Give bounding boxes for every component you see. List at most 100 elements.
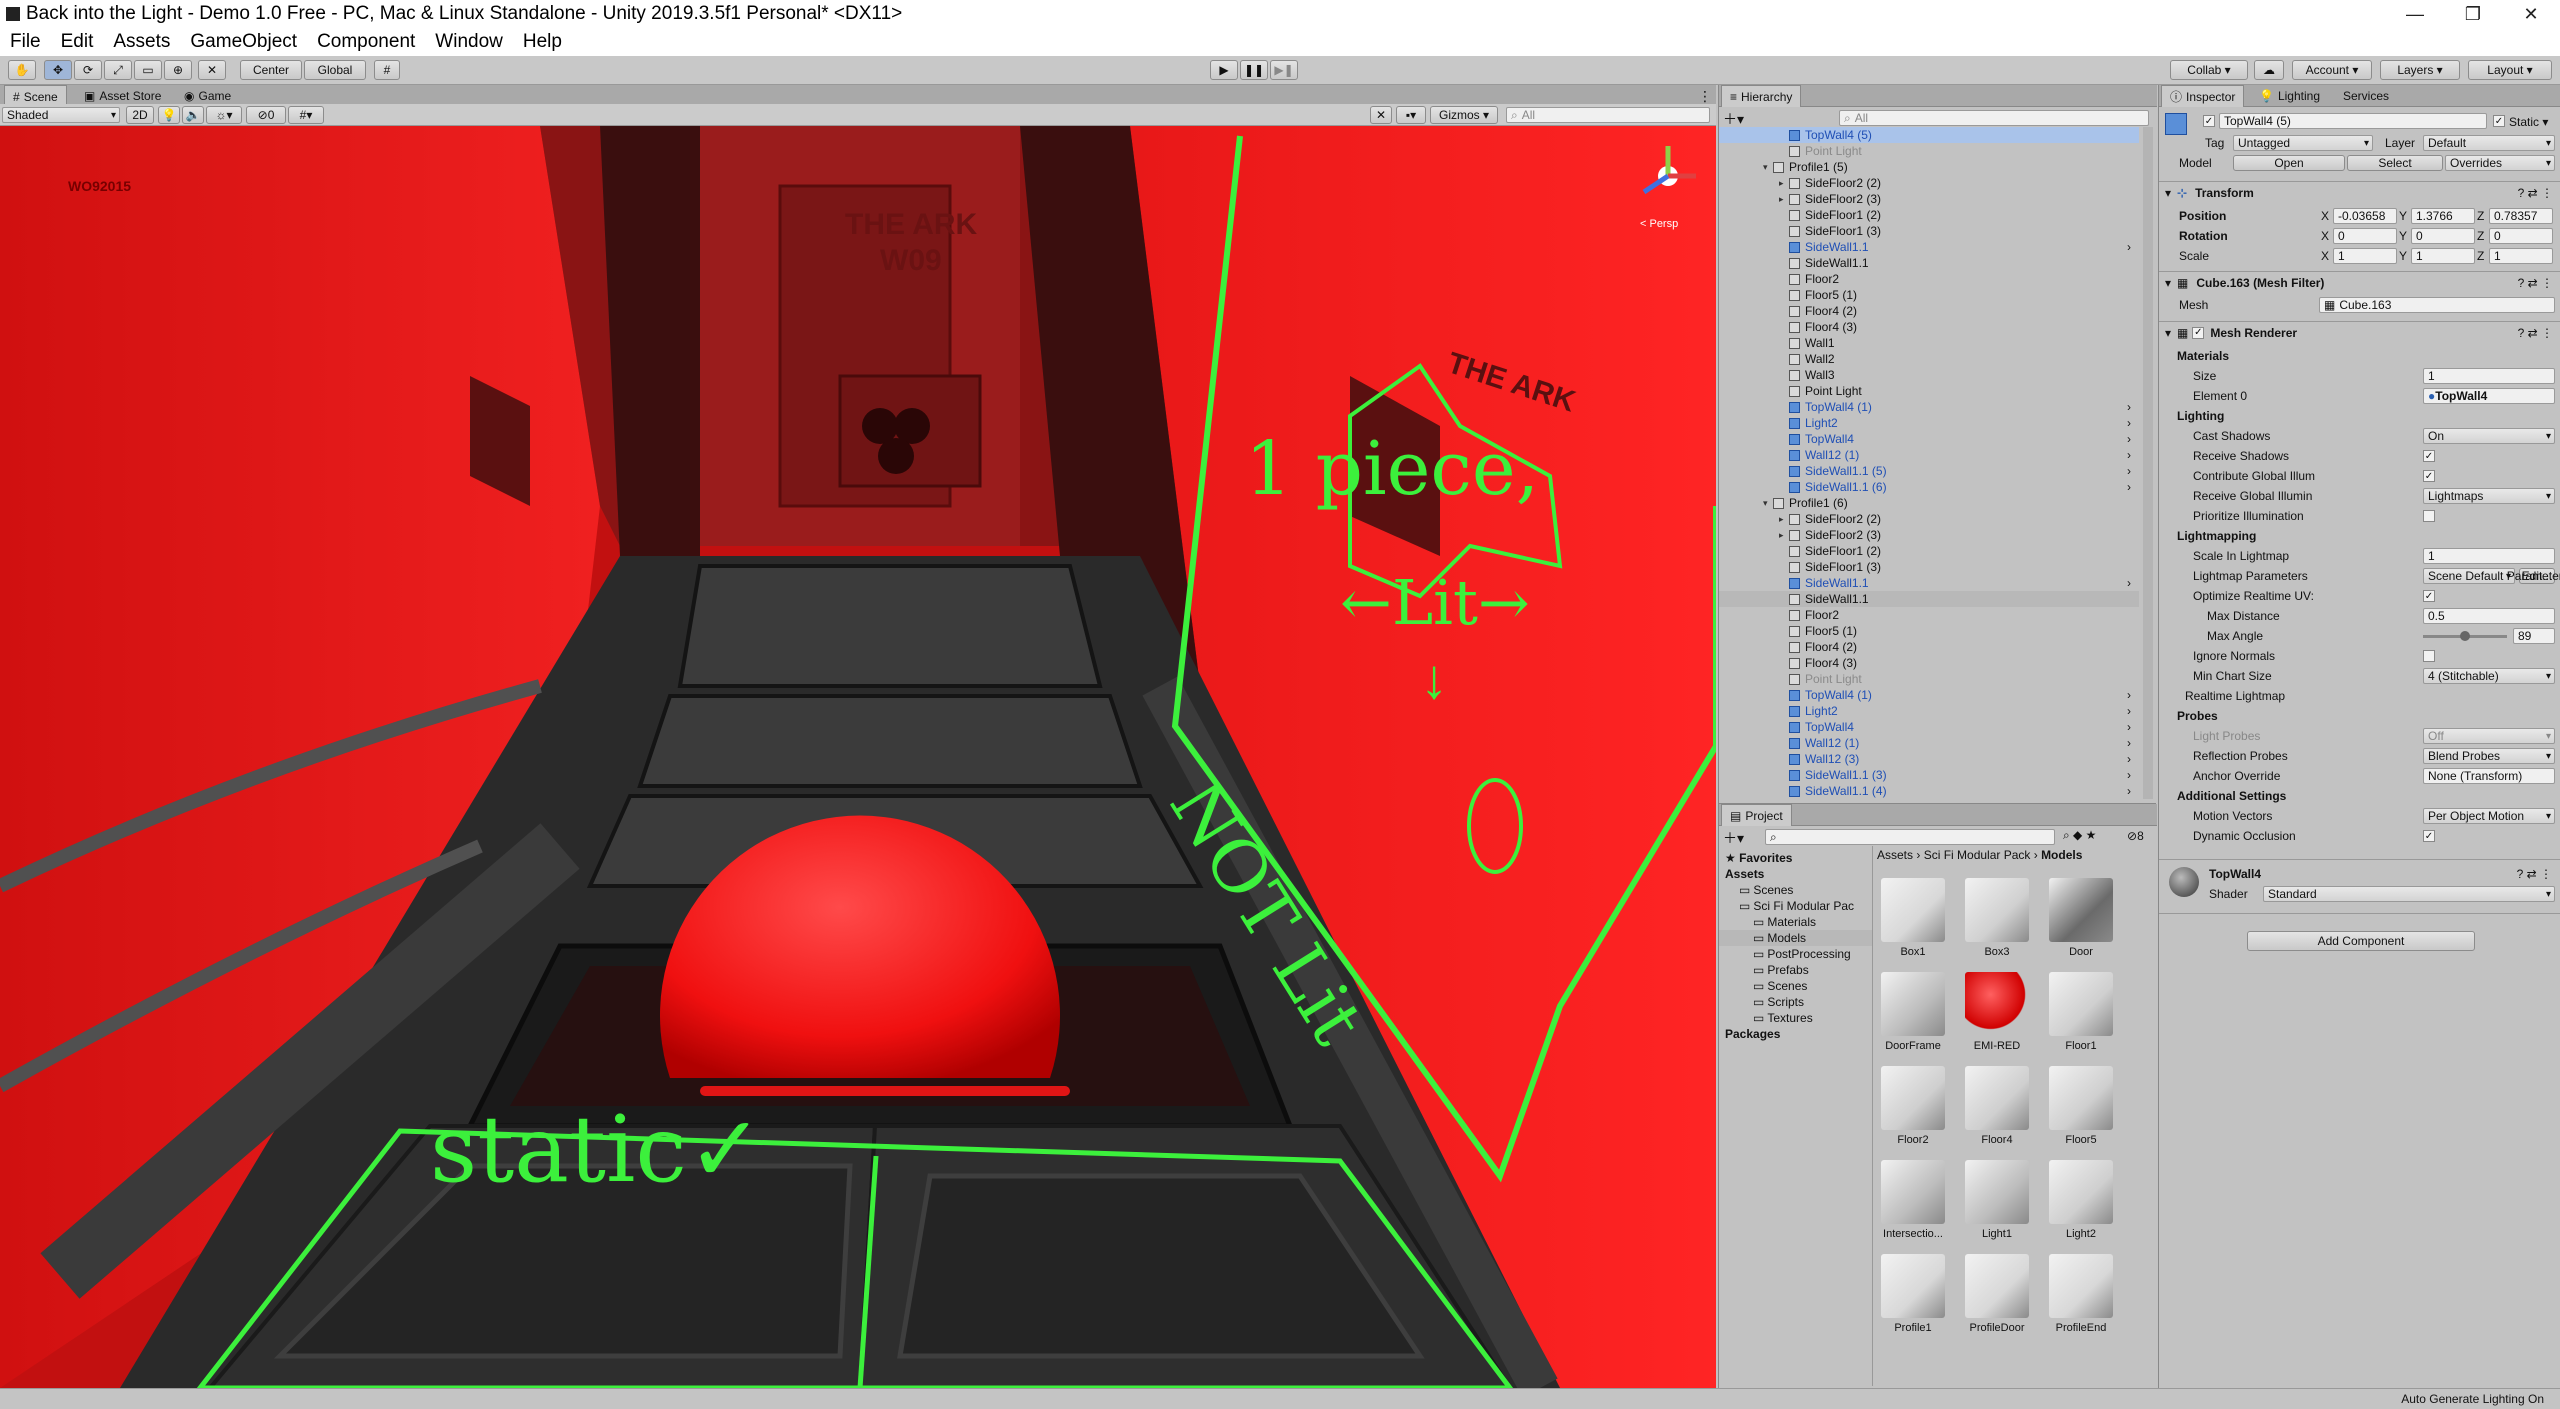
snap-icon[interactable]: # [374, 60, 400, 80]
prioritize-illumination-checkbox[interactable] [2423, 510, 2435, 522]
project-create-icon[interactable]: ＋▾ [1723, 828, 1744, 848]
rotate-tool-icon[interactable]: ⟳ [74, 60, 102, 80]
mode-2d-button[interactable]: 2D [126, 106, 154, 124]
menu-component[interactable]: Component [317, 31, 415, 53]
ignore-normals-checkbox[interactable] [2423, 650, 2435, 662]
asset-item[interactable]: Intersectio... [1877, 1160, 1949, 1240]
project-folder[interactable]: Packages [1719, 1026, 1872, 1042]
asset-item[interactable]: Floor5 [2045, 1066, 2117, 1146]
asset-item[interactable]: ProfileEnd [2045, 1254, 2117, 1334]
tab-inspector[interactable]: ⓘ Inspector [2161, 85, 2245, 107]
hidden-objects-counter[interactable]: ⊘ 0 [246, 106, 286, 124]
position-x-input[interactable]: -0.03658 [2333, 208, 2397, 224]
filter-icons[interactable]: ⌕ ◆ ★ [2063, 828, 2096, 843]
chevron-right-icon[interactable]: › [2127, 576, 2131, 590]
hierarchy-item[interactable]: SideWall1.1 (3) › [1719, 767, 2139, 783]
chevron-right-icon[interactable]: › [2127, 464, 2131, 478]
hierarchy-item[interactable]: Point Light [1719, 383, 2139, 399]
project-folder[interactable]: ▭ Sci Fi Modular Pac [1719, 898, 1872, 914]
asset-item[interactable]: Floor1 [2045, 972, 2117, 1052]
slider-thumb[interactable] [2459, 631, 2470, 641]
asset-item[interactable]: Floor2 [1877, 1066, 1949, 1146]
play-icon[interactable]: ▶ [1210, 60, 1238, 80]
receive-gi-dropdown[interactable]: Lightmaps [2423, 488, 2555, 504]
hierarchy-item[interactable]: SideWall1.1 (6) › [1719, 479, 2139, 495]
chevron-right-icon[interactable]: › [2127, 688, 2131, 702]
asset-item[interactable]: ProfileDoor [1961, 1254, 2033, 1334]
menu-help[interactable]: Help [523, 31, 562, 53]
optimize-uv-checkbox[interactable]: ✓ [2423, 590, 2435, 602]
object-name-input[interactable]: TopWall4 (5) [2219, 113, 2487, 129]
hierarchy-item[interactable]: Floor5 (1) [1719, 287, 2139, 303]
element0-field[interactable]: ● TopWall4 [2423, 388, 2555, 404]
hierarchy-search-input[interactable]: ⌕ All [1839, 110, 2149, 126]
hierarchy-item[interactable]: TopWall4 › [1719, 719, 2139, 735]
project-folder[interactable]: Assets [1719, 866, 1872, 882]
hierarchy-item[interactable]: Light2 › [1719, 415, 2139, 431]
chevron-right-icon[interactable]: › [2127, 752, 2131, 766]
hierarchy-item[interactable]: Wall12 (1) › [1719, 447, 2139, 463]
gizmos-dropdown[interactable]: Gizmos ▾ [1430, 106, 1498, 124]
hierarchy-item[interactable]: SideWall1.1 [1719, 255, 2139, 271]
account-dropdown[interactable]: Account ▾ [2292, 60, 2372, 80]
expand-arrow-icon[interactable]: ▸ [1779, 194, 1789, 205]
hierarchy-item[interactable]: Floor4 (2) [1719, 303, 2139, 319]
axis-label[interactable]: X [2321, 227, 2329, 245]
breadcrumb-assets[interactable]: Assets [1877, 848, 1913, 862]
hierarchy-item[interactable]: SideWall1.1 › [1719, 575, 2139, 591]
chevron-right-icon[interactable]: › [2127, 432, 2131, 446]
position-y-input[interactable]: 1.3766 [2411, 208, 2475, 224]
project-folder[interactable]: ▭ Scenes [1719, 978, 1872, 994]
project-folder[interactable]: ★ Favorites [1719, 850, 1872, 866]
mesh-field[interactable]: ▦ Cube.163 [2319, 297, 2555, 313]
hand-tool-icon[interactable]: ✋ [8, 60, 36, 80]
hierarchy-item[interactable]: SideFloor1 (2) [1719, 543, 2139, 559]
component-menu-icon[interactable]: ? ⇄ ⋮ [2518, 326, 2553, 340]
create-icon[interactable]: ＋▾ [1723, 109, 1744, 129]
hierarchy-item[interactable]: Light2 › [1719, 703, 2139, 719]
asset-item[interactable]: Floor4 [1961, 1066, 2033, 1146]
axis-label[interactable]: Y [2399, 227, 2407, 245]
rotation-x-input[interactable]: 0 [2333, 228, 2397, 244]
project-folder[interactable]: ▭ Scripts [1719, 994, 1872, 1010]
shading-mode-dropdown[interactable]: Shaded [2, 107, 120, 123]
breadcrumb-models[interactable]: Models [2041, 848, 2082, 862]
axis-label[interactable]: Y [2399, 207, 2407, 225]
scale-tool-icon[interactable]: ⤢ [104, 60, 132, 80]
camera-dropdown-icon[interactable]: ▪▾ [1396, 106, 1426, 124]
active-checkbox[interactable]: ✓ [2203, 115, 2215, 127]
step-icon[interactable]: ▶❚ [1270, 60, 1298, 80]
materials-foldout[interactable]: Materials [2165, 347, 2229, 365]
component-menu-icon[interactable]: ? ⇄ ⋮ [2518, 276, 2553, 290]
maximize-button[interactable]: ❐ [2444, 0, 2502, 28]
motion-vectors-dropdown[interactable]: Per Object Motion [2423, 808, 2555, 824]
model-open-button[interactable]: Open [2233, 155, 2345, 171]
hierarchy-item[interactable]: ▸ SideFloor2 (2) [1719, 511, 2139, 527]
component-menu-icon[interactable]: ? ⇄ ⋮ [2518, 186, 2553, 200]
collab-button[interactable]: Collab ▾ [2170, 60, 2248, 80]
pivot-center-button[interactable]: Center [240, 60, 302, 80]
hierarchy-item[interactable]: Point Light [1719, 671, 2139, 687]
asset-item[interactable]: Box3 [1961, 878, 2033, 958]
chevron-right-icon[interactable]: › [2127, 720, 2131, 734]
menu-gameobject[interactable]: GameObject [190, 31, 297, 53]
chevron-right-icon[interactable]: › [2127, 704, 2131, 718]
transform-tool-icon[interactable]: ⊕ [164, 60, 192, 80]
asset-item[interactable]: Door [2045, 878, 2117, 958]
chevron-right-icon[interactable]: › [2127, 416, 2131, 430]
hierarchy-item[interactable]: TopWall4 (1) › [1719, 687, 2139, 703]
static-checkbox[interactable]: ✓ [2493, 115, 2505, 127]
hierarchy-item[interactable]: ▸ SideFloor2 (3) [1719, 191, 2139, 207]
tools-icon[interactable]: ✕ [1370, 106, 1392, 124]
hierarchy-item[interactable]: SideWall1.1 › [1719, 239, 2139, 255]
menu-window[interactable]: Window [435, 31, 503, 53]
meshfilter-header[interactable]: ▾ ▦ Cube.163 (Mesh Filter)? ⇄ ⋮ [2159, 271, 2560, 293]
hierarchy-item[interactable]: Floor5 (1) [1719, 623, 2139, 639]
meshrenderer-header[interactable]: ▾ ▦ ✓ Mesh Renderer? ⇄ ⋮ [2159, 321, 2560, 343]
axis-label[interactable]: X [2321, 207, 2329, 225]
asset-item[interactable]: EMI-RED [1961, 972, 2033, 1052]
grid-dropdown-icon[interactable]: #▾ [288, 106, 324, 124]
audio-toggle-icon[interactable]: 🔈 [182, 106, 204, 124]
expand-arrow-icon[interactable]: ▾ [1763, 498, 1773, 509]
static-dropdown[interactable]: Static ▾ [2509, 115, 2548, 129]
